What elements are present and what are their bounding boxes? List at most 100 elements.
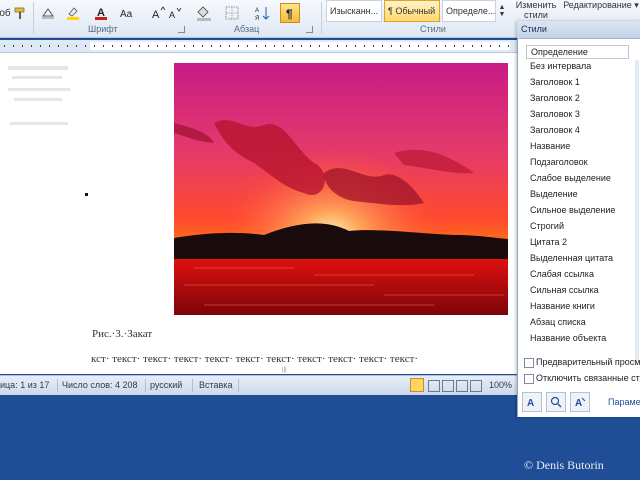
font-color-icon[interactable]: A bbox=[92, 3, 110, 23]
full-screen-view-icon[interactable] bbox=[428, 380, 440, 392]
sunset-photo[interactable] bbox=[174, 63, 508, 315]
style-item[interactable]: Слабое выделение bbox=[530, 173, 611, 183]
style-item[interactable]: Название книги bbox=[530, 301, 595, 311]
style-item[interactable]: Заголовок 1 bbox=[530, 77, 580, 87]
ruler-tick bbox=[22, 45, 23, 47]
options-link[interactable]: Парамет bbox=[608, 397, 640, 407]
status-mode[interactable]: Вставка bbox=[199, 380, 232, 390]
group-paragraph-label: Абзац bbox=[234, 24, 260, 34]
ruler-tick bbox=[112, 45, 113, 47]
preview-checkbox[interactable] bbox=[524, 358, 534, 368]
shrink-font-icon[interactable]: A bbox=[168, 3, 182, 23]
ruler-tick bbox=[130, 45, 131, 47]
copyright-text: © Denis Butorin bbox=[524, 458, 604, 472]
ruler-tick bbox=[148, 45, 149, 47]
ruler-tick bbox=[283, 45, 284, 47]
ruler-tick bbox=[229, 45, 230, 47]
style-item[interactable]: Заголовок 2 bbox=[530, 93, 580, 103]
disable-linked-checkbox[interactable] bbox=[524, 374, 534, 384]
ruler-tick bbox=[382, 45, 383, 47]
web-view-icon[interactable] bbox=[442, 380, 454, 392]
manage-styles-button[interactable]: A bbox=[570, 392, 590, 412]
style-item[interactable]: Заголовок 4 bbox=[530, 125, 580, 135]
style-item[interactable]: Слабая ссылка bbox=[530, 269, 594, 279]
figure-caption: Рис.·3.·Закат bbox=[92, 328, 153, 340]
status-page[interactable]: ица: 1 из 17 bbox=[0, 380, 49, 390]
ruler-tick bbox=[454, 45, 455, 47]
ruler-tick bbox=[292, 45, 293, 47]
group-styles-label: Стили bbox=[420, 24, 446, 34]
style-item[interactable]: Выделенная цитата bbox=[530, 253, 613, 263]
change-styles-button[interactable]: Изменить стили bbox=[511, 0, 561, 21]
svg-text:А: А bbox=[255, 8, 259, 14]
ruler-tick bbox=[481, 45, 482, 47]
borders-icon[interactable] bbox=[222, 3, 242, 23]
style-item[interactable]: Название bbox=[530, 141, 570, 151]
svg-text:A: A bbox=[152, 9, 160, 20]
style-item[interactable]: Подзаголовок bbox=[530, 157, 588, 167]
styles-pane-header: Стили bbox=[517, 21, 640, 39]
ruler-tick bbox=[31, 45, 32, 47]
ruler-tick bbox=[409, 45, 410, 47]
style-item[interactable]: Название объекта bbox=[530, 333, 606, 343]
ruler-tick bbox=[175, 45, 176, 47]
ruler-tick bbox=[418, 45, 419, 47]
paragraph-dialog-launcher-icon[interactable] bbox=[306, 26, 313, 33]
show-formatting-icon[interactable]: ¶ bbox=[280, 3, 300, 23]
style-item[interactable]: Выделение bbox=[530, 189, 578, 199]
ruler-tick bbox=[58, 45, 59, 47]
disable-linked-label: Отключить связанные ст bbox=[536, 373, 640, 383]
ruler-tick bbox=[103, 45, 104, 47]
font-dialog-launcher-icon[interactable] bbox=[178, 26, 185, 33]
ruler-tick bbox=[184, 45, 185, 47]
format-painter-icon[interactable] bbox=[12, 3, 28, 23]
scroll-grip-icon[interactable]: ||| bbox=[282, 367, 290, 373]
sort-icon[interactable]: АЯ bbox=[254, 3, 272, 23]
svg-text:Я: Я bbox=[255, 16, 259, 21]
new-style-button[interactable]: A bbox=[522, 392, 542, 412]
style-item[interactable]: Без интервала bbox=[530, 61, 591, 71]
ruler-tick bbox=[337, 45, 338, 47]
gallery-scroll-icon[interactable]: ▲ ▼ bbox=[497, 0, 507, 22]
ruler-tick bbox=[4, 45, 5, 47]
svg-text:¶: ¶ bbox=[286, 7, 293, 20]
status-language[interactable]: русский bbox=[150, 380, 182, 390]
ruler-ticks bbox=[4, 45, 509, 47]
ruler-tick bbox=[274, 45, 275, 47]
style-gallery-item-2[interactable]: ¶ Обычный bbox=[384, 0, 440, 22]
draft-view-icon[interactable] bbox=[470, 380, 482, 392]
svg-text:A: A bbox=[527, 398, 534, 408]
style-item[interactable]: Сильная ссылка bbox=[530, 285, 599, 295]
margin-ghost-text bbox=[8, 66, 70, 125]
ruler-tick bbox=[202, 45, 203, 47]
ruler-tick bbox=[139, 45, 140, 47]
styles-scrollbar[interactable] bbox=[635, 60, 639, 360]
grow-font-icon[interactable]: A bbox=[150, 3, 166, 23]
style-item[interactable]: Цитата 2 bbox=[530, 237, 567, 247]
style-item[interactable]: Определение bbox=[526, 45, 629, 59]
styles-pane-title: Стили bbox=[521, 24, 547, 34]
ruler-tick bbox=[499, 45, 500, 47]
manage-styles-icon: A bbox=[575, 397, 586, 408]
style-inspector-button[interactable] bbox=[546, 392, 566, 412]
status-words[interactable]: Число слов: 4 208 bbox=[62, 380, 138, 390]
shading-icon[interactable] bbox=[40, 3, 56, 23]
editing-button[interactable]: Редактирование ▾ bbox=[562, 0, 640, 21]
print-layout-view-icon[interactable] bbox=[410, 378, 424, 392]
style-item[interactable]: Заголовок 3 bbox=[530, 109, 580, 119]
change-case-icon[interactable]: Aa bbox=[118, 3, 142, 23]
body-text-line: кст· текст· текст· текст· текст· текст· … bbox=[91, 353, 419, 365]
highlight-icon[interactable] bbox=[64, 3, 82, 23]
paint-bucket-icon[interactable] bbox=[194, 3, 214, 23]
style-item[interactable]: Абзац списка bbox=[530, 317, 586, 327]
style-item[interactable]: Сильное выделение bbox=[530, 205, 615, 215]
ruler-tick bbox=[67, 45, 68, 47]
status-zoom[interactable]: 100% bbox=[489, 380, 512, 390]
ruler-tick bbox=[400, 45, 401, 47]
style-gallery-item-1[interactable]: Изысканн... bbox=[326, 0, 382, 22]
cut-label: об bbox=[0, 7, 11, 19]
outline-view-icon[interactable] bbox=[456, 380, 468, 392]
ruler-tick bbox=[211, 45, 212, 47]
style-item[interactable]: Строгий bbox=[530, 221, 564, 231]
style-gallery-item-3[interactable]: Определе... bbox=[442, 0, 496, 22]
